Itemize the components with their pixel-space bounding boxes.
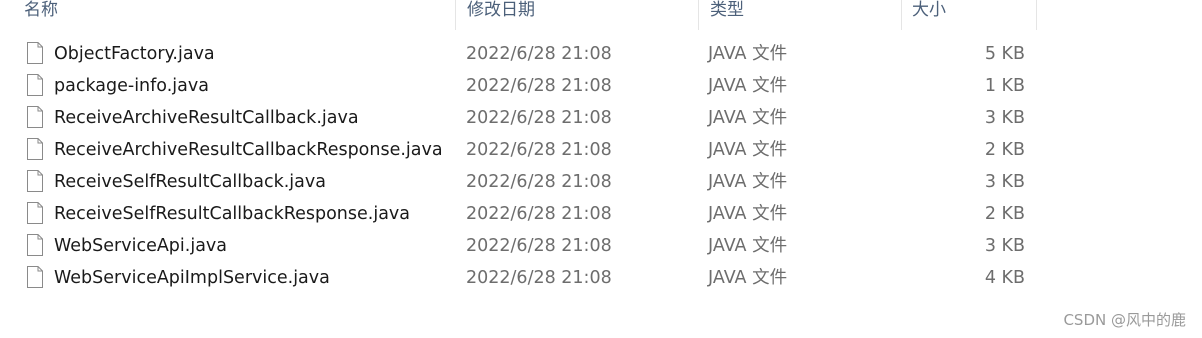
file-name: package-info.java (54, 76, 209, 96)
file-modified-date: 2022/6/28 21:08 (466, 172, 612, 192)
column-header-type[interactable]: 类型 (708, 0, 901, 30)
file-type: JAVA 文件 (708, 76, 788, 96)
file-modified-date: 2022/6/28 21:08 (466, 268, 612, 288)
file-row[interactable]: ReceiveArchiveResultCallback.java 2022/6… (0, 102, 1037, 134)
column-header-name[interactable]: 名称 (22, 0, 455, 30)
file-size: 2 KB (984, 204, 1025, 224)
file-size: 3 KB (984, 108, 1025, 128)
column-divider[interactable] (455, 0, 456, 30)
file-name: ReceiveSelfResultCallbackResponse.java (54, 204, 411, 224)
document-icon (27, 266, 43, 288)
file-name: ReceiveSelfResultCallback.java (54, 172, 326, 192)
file-modified-date: 2022/6/28 21:08 (466, 76, 612, 96)
document-icon (27, 106, 43, 128)
watermark: CSDN @风中的鹿 (1063, 311, 1186, 329)
file-modified-date: 2022/6/28 21:08 (466, 204, 612, 224)
file-type: JAVA 文件 (708, 204, 788, 224)
file-name: WebServiceApiImplService.java (54, 268, 330, 288)
file-name: WebServiceApi.java (54, 236, 228, 256)
file-size: 3 KB (984, 172, 1025, 192)
file-type: JAVA 文件 (708, 140, 788, 160)
file-modified-date: 2022/6/28 21:08 (466, 140, 612, 160)
file-size: 3 KB (984, 236, 1025, 256)
document-icon (27, 138, 43, 160)
file-size: 1 KB (984, 76, 1025, 96)
column-header-date[interactable]: 修改日期 (465, 0, 698, 30)
file-type: JAVA 文件 (708, 44, 788, 64)
file-size: 5 KB (984, 44, 1025, 64)
file-name: ReceiveArchiveResultCallback.java (54, 108, 359, 128)
column-divider[interactable] (901, 0, 902, 30)
file-row[interactable]: package-info.java 2022/6/28 21:08 JAVA 文… (0, 70, 1037, 102)
file-type: JAVA 文件 (708, 268, 788, 288)
document-icon (27, 234, 43, 256)
file-row[interactable]: WebServiceApi.java 2022/6/28 21:08 JAVA … (0, 230, 1037, 262)
file-row[interactable]: ObjectFactory.java 2022/6/28 21:08 JAVA … (0, 38, 1037, 70)
file-type: JAVA 文件 (708, 172, 788, 192)
column-divider[interactable] (1036, 0, 1037, 30)
file-modified-date: 2022/6/28 21:08 (466, 44, 612, 64)
file-name: ReceiveArchiveResultCallbackResponse.jav… (54, 140, 443, 160)
file-size: 2 KB (984, 140, 1025, 160)
file-type: JAVA 文件 (708, 236, 788, 256)
document-icon (27, 74, 43, 96)
file-name: ObjectFactory.java (54, 44, 215, 64)
document-icon (27, 42, 43, 64)
document-icon (27, 170, 43, 192)
file-modified-date: 2022/6/28 21:08 (466, 236, 612, 256)
column-header-size[interactable]: 大小 (910, 0, 1037, 30)
file-modified-date: 2022/6/28 21:08 (466, 108, 612, 128)
file-type: JAVA 文件 (708, 108, 788, 128)
file-list: ObjectFactory.java 2022/6/28 21:08 JAVA … (0, 38, 1037, 294)
file-row[interactable]: WebServiceApiImplService.java 2022/6/28 … (0, 262, 1037, 294)
file-size: 4 KB (984, 268, 1025, 288)
file-row[interactable]: ReceiveSelfResultCallback.java 2022/6/28… (0, 166, 1037, 198)
column-header-row: 名称 修改日期 类型 大小 (0, 0, 1037, 30)
file-explorer-list: 名称 修改日期 类型 大小 ObjectFactory.java 2022/6/… (0, 0, 1202, 338)
column-divider[interactable] (698, 0, 699, 30)
document-icon (27, 202, 43, 224)
file-row[interactable]: ReceiveSelfResultCallbackResponse.java 2… (0, 198, 1037, 230)
file-row[interactable]: ReceiveArchiveResultCallbackResponse.jav… (0, 134, 1037, 166)
